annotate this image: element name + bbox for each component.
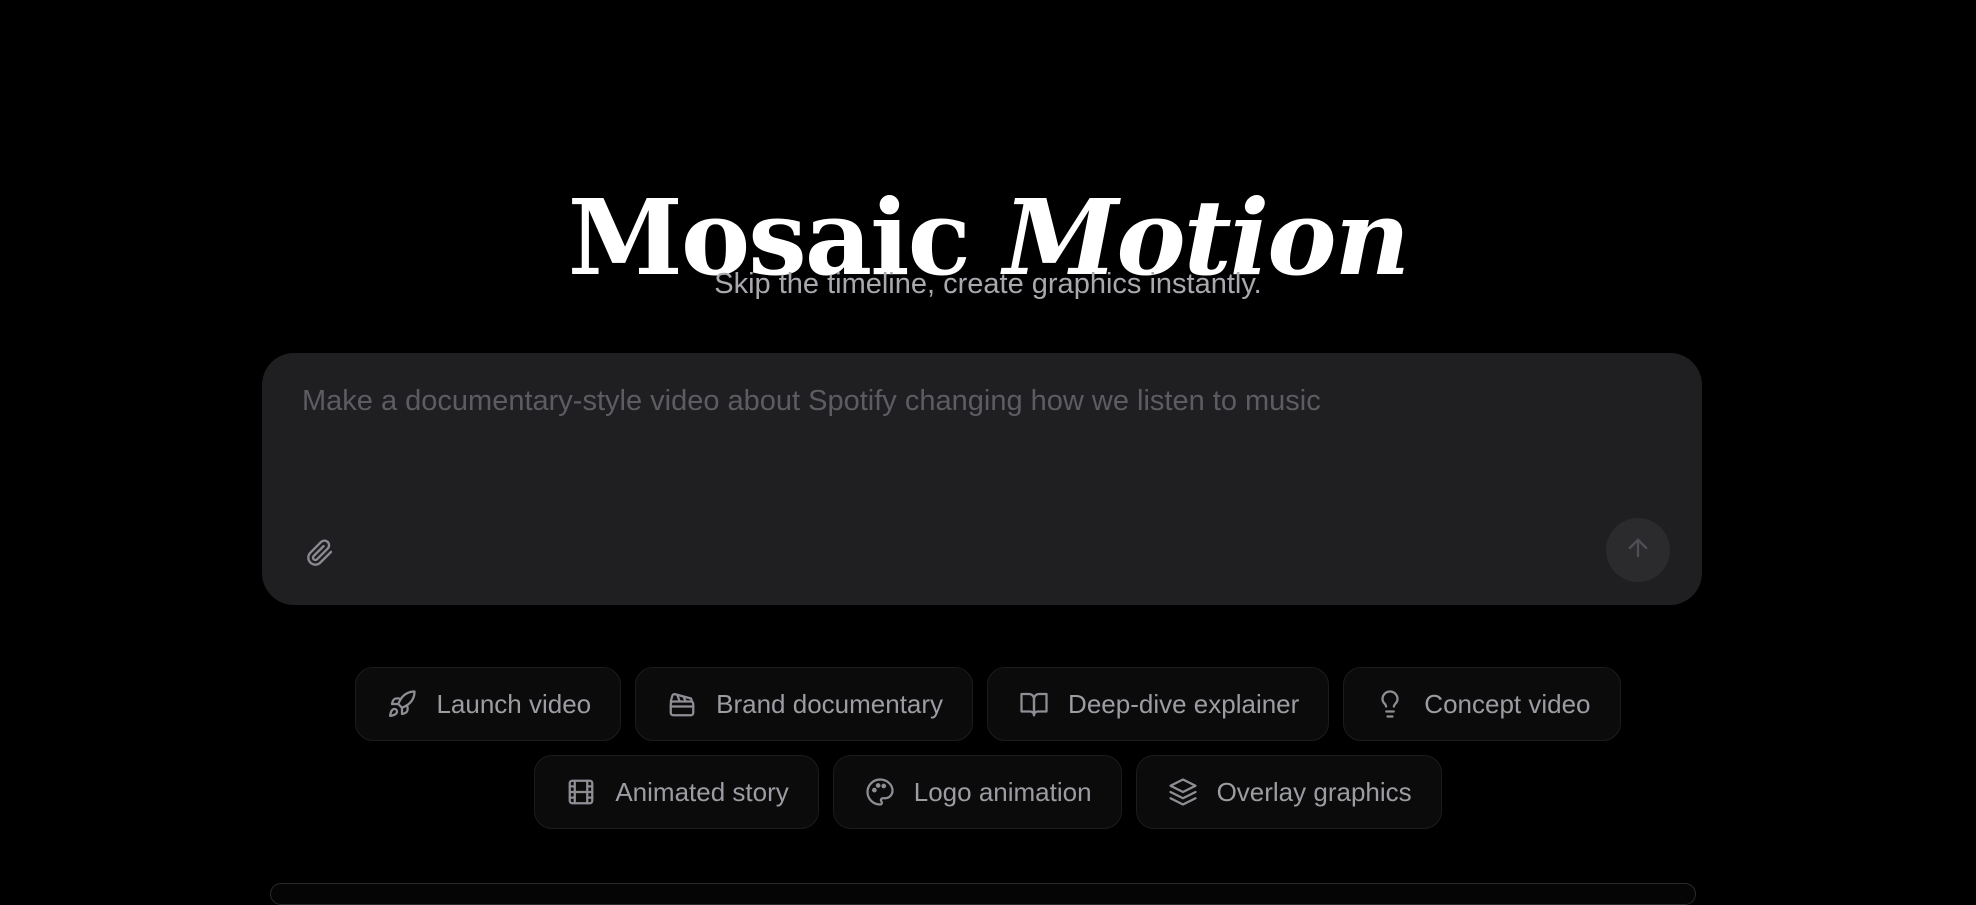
suggestion-label: Deep-dive explainer bbox=[1068, 689, 1300, 719]
attach-button[interactable] bbox=[300, 535, 340, 575]
suggestion-chip-animated-story[interactable]: Animated story bbox=[534, 755, 819, 829]
page-subtitle: Skip the timeline, create graphics insta… bbox=[714, 268, 1262, 300]
suggestion-label: Overlay graphics bbox=[1216, 777, 1412, 807]
suggestion-label: Logo animation bbox=[913, 777, 1092, 807]
suggestion-chip-brand-documentary[interactable]: Brand documentary bbox=[635, 667, 974, 741]
bottom-panel bbox=[270, 883, 1696, 905]
suggestion-label: Launch video bbox=[436, 689, 592, 719]
suggestion-chip-logo-animation[interactable]: Logo animation bbox=[832, 755, 1122, 829]
lightbulb-icon bbox=[1374, 688, 1406, 720]
rocket-icon bbox=[386, 688, 418, 720]
suggestion-chip-launch-video[interactable]: Launch video bbox=[355, 667, 622, 741]
book-open-icon bbox=[1018, 688, 1050, 720]
layers-icon bbox=[1167, 776, 1199, 808]
suggestion-chip-overlay-graphics[interactable]: Overlay graphics bbox=[1135, 755, 1442, 829]
suggestion-row-1: Launch video Brand documentary Deep-dive… bbox=[0, 667, 1976, 741]
suggestion-label: Brand documentary bbox=[716, 689, 944, 719]
paperclip-icon bbox=[306, 538, 334, 572]
arrow-up-icon bbox=[1624, 534, 1652, 567]
suggestion-label: Animated story bbox=[615, 777, 789, 807]
suggestion-row-2: Animated story Logo animation Overlay gr… bbox=[0, 755, 1976, 829]
send-button[interactable] bbox=[1606, 518, 1670, 582]
suggestion-chip-concept-video[interactable]: Concept video bbox=[1343, 667, 1621, 741]
clapperboard-icon bbox=[666, 688, 698, 720]
palette-icon bbox=[864, 776, 896, 808]
film-icon bbox=[565, 776, 597, 808]
suggestion-label: Concept video bbox=[1424, 689, 1591, 719]
prompt-box bbox=[262, 353, 1702, 605]
suggestion-chip-deep-dive-explainer[interactable]: Deep-dive explainer bbox=[987, 667, 1330, 741]
prompt-input[interactable] bbox=[302, 381, 1642, 501]
